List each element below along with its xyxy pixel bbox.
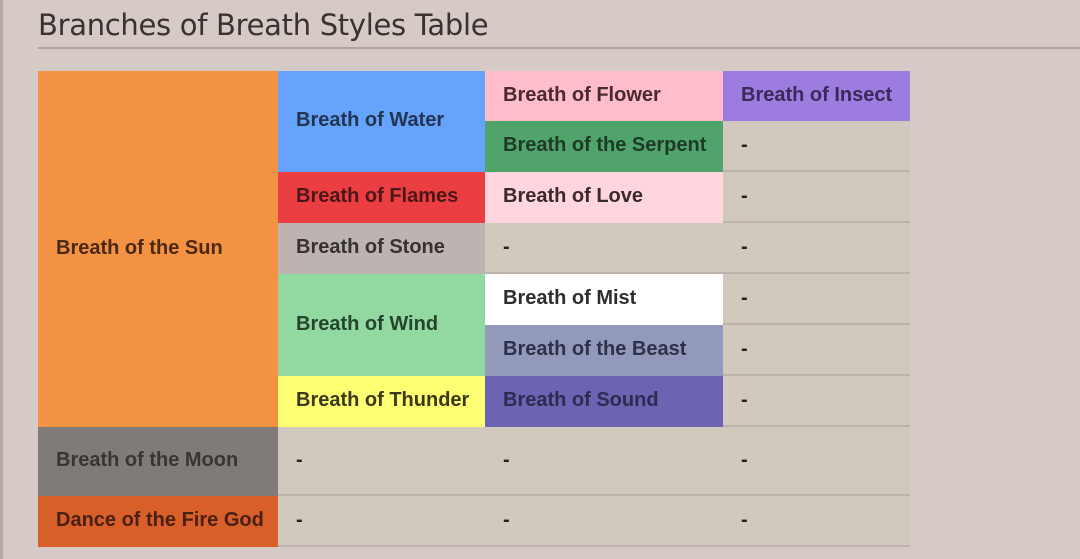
cell-label: Breath of Thunder [296,389,470,411]
cell-breath-of-the-serpent: Breath of the Serpent [485,121,723,172]
cell-empty: - [485,427,723,496]
empty-marker: - [503,509,510,531]
cell-empty: - [723,376,910,427]
cell-label: Breath of Sound [503,389,659,411]
cell-breath-of-flower: Breath of Flower [485,71,723,121]
empty-marker: - [741,389,748,411]
cell-label: Breath of Flames [296,185,459,207]
cell-breath-of-love: Breath of Love [485,172,723,223]
cell-breath-of-stone: Breath of Stone [278,223,485,274]
cell-label: Breath of the Beast [503,338,687,360]
cell-breath-of-thunder: Breath of Thunder [278,376,485,427]
cell-dance-of-the-fire-god: Dance of the Fire God [38,496,278,547]
cell-empty: - [278,496,485,547]
cell-breath-of-water: Breath of Water [278,71,485,172]
cell-label: Breath of Mist [503,287,637,309]
cell-empty: - [485,223,723,274]
cell-label: Breath of Insect [741,83,893,106]
cell-label: Breath of the Moon [56,449,239,471]
title-divider [38,47,1080,49]
cell-empty: - [723,427,910,496]
cell-empty: - [278,427,485,496]
empty-marker: - [741,338,748,360]
cell-label: Breath of the Serpent [503,134,707,156]
cell-empty: - [723,121,910,172]
cell-breath-of-the-beast: Breath of the Beast [485,325,723,376]
cell-label: Breath of Wind [296,312,439,335]
empty-marker: - [741,287,748,309]
empty-marker: - [296,449,303,471]
cell-label: Breath of the Sun [56,236,223,259]
cell-breath-of-the-sun: Breath of the Sun [38,71,278,427]
cell-label: Breath of Water [296,109,445,131]
empty-marker: - [741,185,748,207]
page-title: Branches of Breath Styles Table [38,8,489,42]
cell-empty: - [723,172,910,223]
empty-marker: - [741,236,748,258]
cell-breath-of-the-moon: Breath of the Moon [38,427,278,496]
cell-label: Breath of Love [503,185,644,207]
cell-breath-of-insect: Breath of Insect [723,71,910,121]
empty-marker: - [503,449,510,471]
empty-marker: - [741,449,748,471]
empty-marker: - [296,509,303,531]
cell-breath-of-wind: Breath of Wind [278,274,485,376]
empty-marker: - [741,509,748,531]
cell-breath-of-sound: Breath of Sound [485,376,723,427]
cell-label: Breath of Flower [503,83,661,106]
cell-empty: - [723,496,910,547]
empty-marker: - [741,134,748,156]
cell-empty: - [723,325,910,376]
cell-breath-of-flames: Breath of Flames [278,172,485,223]
cell-breath-of-mist: Breath of Mist [485,274,723,325]
left-border [0,0,3,559]
cell-label: Breath of Stone [296,236,445,258]
cell-empty: - [723,274,910,325]
cell-label: Dance of the Fire God [56,509,264,531]
cell-empty: - [723,223,910,274]
empty-marker: - [503,236,510,258]
cell-empty: - [485,496,723,547]
